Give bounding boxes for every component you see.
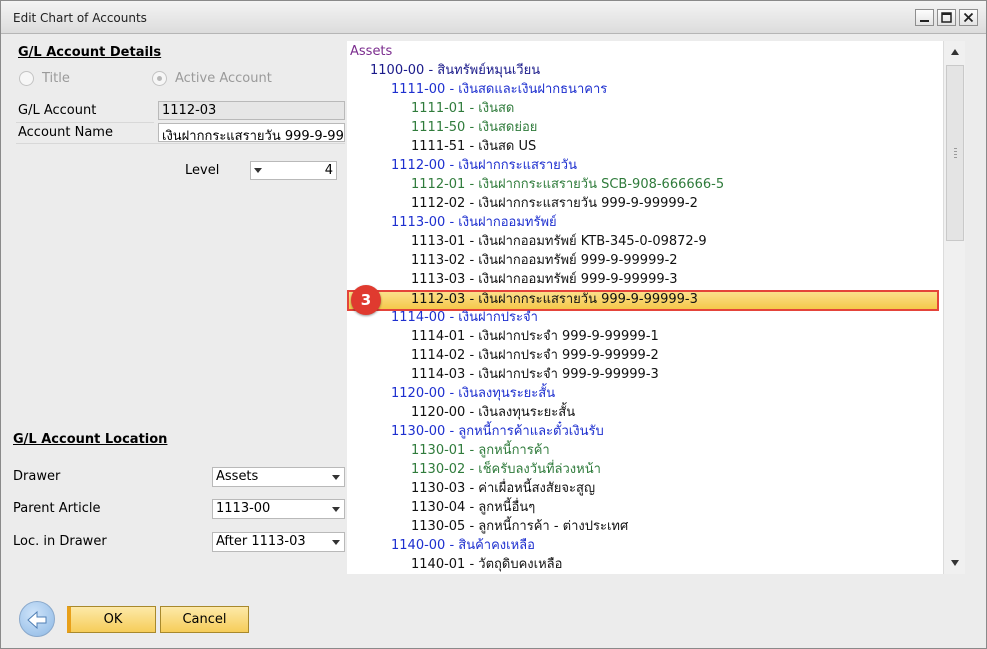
close-button[interactable]: [959, 9, 978, 26]
tree-item[interactable]: 1130-02 - เช็ครับลงวันที่ล่วงหน้า: [411, 460, 601, 479]
parent-article-label: Parent Article: [13, 501, 101, 516]
triangle-down-icon: [951, 560, 959, 566]
chevron-down-icon: [332, 540, 340, 545]
parent-article-value: 1113-00: [216, 501, 271, 516]
scroll-thumb[interactable]: [946, 65, 964, 241]
tree-item[interactable]: 1113-02 - เงินฝากออมทรัพย์ 999-9-99999-2: [411, 251, 678, 270]
scroll-down-button[interactable]: [946, 554, 964, 572]
tree-item[interactable]: 1140-01 - วัตถุดิบคงเหลือ: [411, 555, 562, 574]
grip-icon: [954, 148, 957, 158]
loc-in-drawer-value: After 1113-03: [216, 534, 306, 549]
loc-in-drawer-label: Loc. in Drawer: [13, 534, 107, 549]
loc-in-drawer-select[interactable]: After 1113-03: [212, 532, 345, 552]
drawer-select[interactable]: Assets: [212, 467, 345, 487]
scroll-up-button[interactable]: [946, 43, 964, 61]
tree-item[interactable]: 1112-00 - เงินฝากกระแสรายวัน: [391, 156, 577, 175]
tree-item[interactable]: 1114-00 - เงินฝากประจำ: [391, 308, 538, 327]
tree-item[interactable]: 1140-00 - สินค้าคงเหลือ: [391, 536, 535, 555]
tree-item[interactable]: 1111-51 - เงินสด US: [411, 137, 536, 156]
gl-account-label: G/L Account: [18, 103, 97, 118]
account-name-label: Account Name: [18, 125, 113, 140]
tree-item[interactable]: 1114-02 - เงินฝากประจำ 999-9-99999-2: [411, 346, 659, 365]
chevron-down-icon[interactable]: [254, 168, 262, 173]
back-arrow-icon: [27, 610, 47, 630]
title-radio-circle: [19, 71, 34, 86]
tree-item[interactable]: 1114-01 - เงินฝากประจำ 999-9-99999-1: [411, 327, 659, 346]
tree-item[interactable]: 1113-00 - เงินฝากออมทรัพย์: [391, 213, 557, 232]
tree-item-selected[interactable]: 1112-03 - เงินฝากกระแสรายวัน 999-9-99999…: [411, 290, 698, 309]
gl-account-location-heading: G/L Account Location: [13, 432, 168, 447]
step-badge: 3: [351, 285, 381, 315]
level-value: 4: [324, 163, 333, 178]
tree-item[interactable]: 1111-50 - เงินสดย่อย: [411, 118, 537, 137]
tree-item[interactable]: 1111-01 - เงินสด: [411, 99, 514, 118]
tree-scrollbar[interactable]: [943, 41, 965, 574]
active-account-radio[interactable]: Active Account: [152, 71, 272, 86]
title-radio[interactable]: Title: [19, 71, 70, 86]
tree-item[interactable]: 1113-03 - เงินฝากออมทรัพย์ 999-9-99999-3: [411, 270, 678, 289]
drawer-value: Assets: [216, 469, 259, 484]
cancel-button[interactable]: Cancel: [160, 606, 249, 633]
chevron-down-icon: [332, 475, 340, 480]
level-stepper[interactable]: 4: [250, 161, 337, 180]
chevron-down-icon: [332, 507, 340, 512]
tree-item[interactable]: 1114-03 - เงินฝากประจำ 999-9-99999-3: [411, 365, 659, 384]
title-bar[interactable]: Edit Chart of Accounts: [1, 1, 986, 34]
title-radio-label: Title: [42, 71, 70, 86]
triangle-up-icon: [951, 49, 959, 55]
account-name-field[interactable]: เงินฝากกระแสรายวัน 999-9-99999-3: [158, 123, 345, 142]
maximize-button[interactable]: [937, 9, 956, 26]
gl-account-field[interactable]: 1112-03: [158, 101, 345, 120]
active-account-radio-label: Active Account: [175, 71, 272, 86]
tree-item[interactable]: 1100-00 - สินทรัพย์หมุนเวียน: [370, 61, 540, 80]
ok-button[interactable]: OK: [67, 606, 156, 633]
close-icon: [963, 12, 974, 23]
tree-item[interactable]: 1130-04 - ลูกหนี้อื่นๆ: [411, 498, 535, 517]
maximize-icon: [941, 12, 952, 23]
edit-chart-of-accounts-window: Edit Chart of Accounts G/L Account Detai…: [0, 0, 987, 649]
accounts-tree[interactable]: Assets 1100-00 - สินทรัพย์หมุนเวียน 1111…: [347, 41, 943, 574]
gl-account-details-heading: G/L Account Details: [18, 45, 162, 60]
tree-item[interactable]: 1130-03 - ค่าเผื่อหนี้สงสัยจะสูญ: [411, 479, 595, 498]
divider: [16, 122, 154, 123]
tree-item[interactable]: 1120-00 - เงินลงทุนระยะสั้น: [411, 403, 575, 422]
tree-item[interactable]: 1120-00 - เงินลงทุนระยะสั้น: [391, 384, 555, 403]
minimize-button[interactable]: [915, 9, 934, 26]
tree-item-assets[interactable]: Assets: [350, 42, 392, 61]
tree-item[interactable]: 1130-01 - ลูกหนี้การค้า: [411, 441, 550, 460]
active-account-radio-circle: [152, 71, 167, 86]
divider: [16, 143, 345, 144]
tree-item[interactable]: 1113-01 - เงินฝากออมทรัพย์ KTB-345-0-098…: [411, 232, 707, 251]
window-title: Edit Chart of Accounts: [13, 11, 147, 25]
tree-item[interactable]: 1112-01 - เงินฝากกระแสรายวัน SCB-908-666…: [411, 175, 724, 194]
parent-article-select[interactable]: 1113-00: [212, 499, 345, 519]
level-label: Level: [185, 163, 220, 178]
back-button[interactable]: [19, 601, 55, 637]
tree-item[interactable]: 1112-02 - เงินฝากกระแสรายวัน 999-9-99999…: [411, 194, 698, 213]
tree-item[interactable]: 1111-00 - เงินสดและเงินฝากธนาคาร: [391, 80, 607, 99]
drawer-label: Drawer: [13, 469, 61, 484]
tree-item[interactable]: 1130-05 - ลูกหนี้การค้า - ต่างประเทศ: [411, 517, 628, 536]
minimize-icon: [920, 20, 929, 22]
tree-item[interactable]: 1130-00 - ลูกหนี้การค้าและตั๋วเงินรับ: [391, 422, 604, 441]
